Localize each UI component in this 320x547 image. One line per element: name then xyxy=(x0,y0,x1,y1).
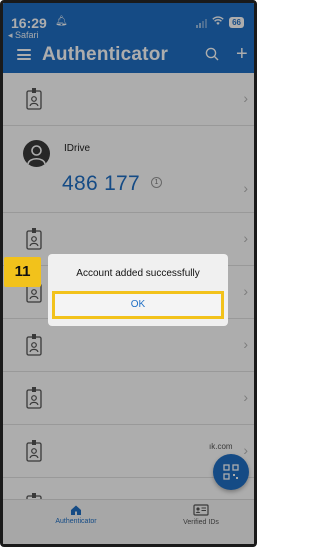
phone-screen: 16:29 🔔︎ ◂ Safari 66 Authenticator + › I… xyxy=(0,0,257,547)
dialog-message: Account added successfully xyxy=(76,268,200,279)
ok-button[interactable]: OK xyxy=(52,291,224,319)
step-number-badge: 11 xyxy=(4,257,41,287)
success-dialog: Account added successfully OK xyxy=(48,254,228,326)
